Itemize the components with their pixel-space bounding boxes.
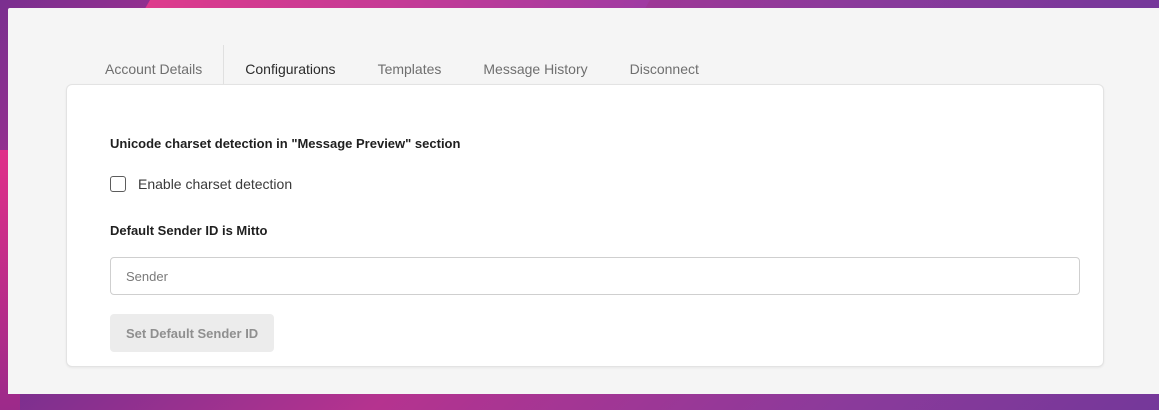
- set-default-sender-button[interactable]: Set Default Sender ID: [110, 314, 275, 352]
- tab-label: Templates: [377, 60, 442, 77]
- charset-detection-label: Enable charset detection: [138, 176, 293, 192]
- tab-label: Disconnect: [629, 60, 699, 77]
- sender-input[interactable]: [110, 257, 1080, 295]
- charset-section-title: Unicode charset detection in "Message Pr…: [110, 136, 461, 151]
- charset-detection-option[interactable]: Enable charset detection: [110, 176, 292, 192]
- tab-label: Configurations: [245, 60, 336, 77]
- tab-label: Message History: [483, 60, 588, 77]
- configurations-card: Unicode charset detection in "Message Pr…: [66, 84, 1104, 367]
- sender-section-title: Default Sender ID is Mitto: [110, 223, 268, 238]
- charset-detection-checkbox[interactable]: [110, 176, 126, 192]
- settings-panel: Account Details Configurations Templates…: [8, 8, 1159, 394]
- tab-label: Account Details: [105, 60, 203, 77]
